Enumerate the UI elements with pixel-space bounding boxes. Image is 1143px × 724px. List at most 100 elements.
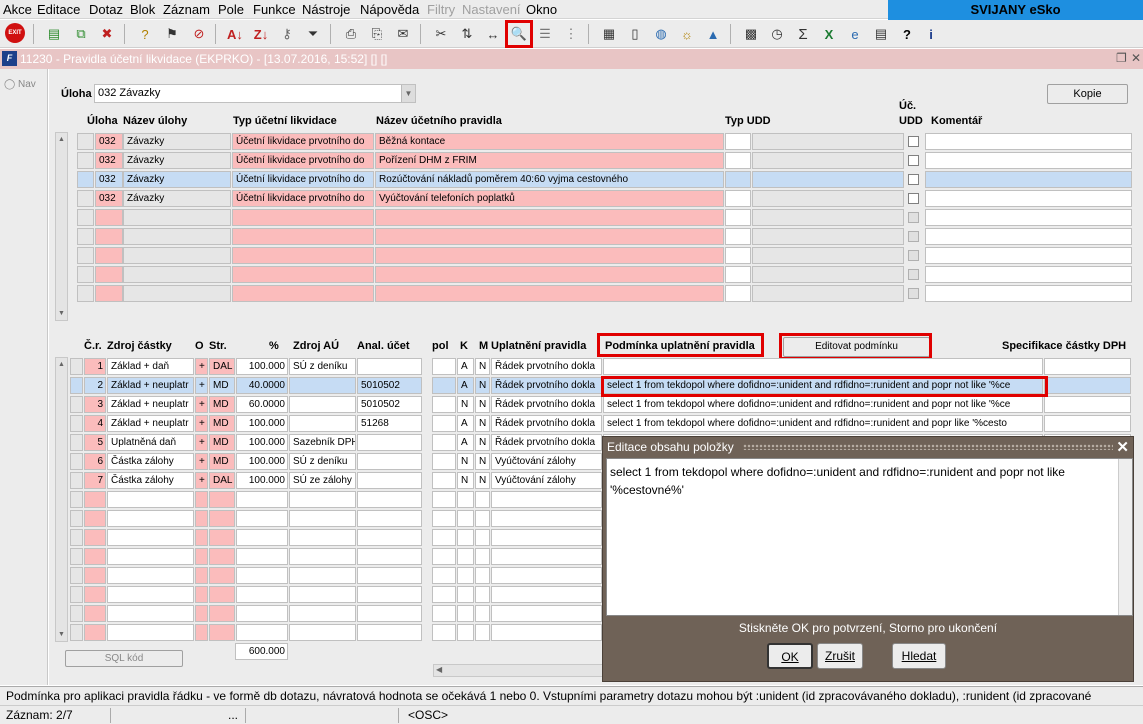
zoom-edit-icon[interactable]: 🔍 <box>505 20 533 48</box>
cell-m[interactable]: N <box>475 396 490 413</box>
cell-m[interactable] <box>475 510 490 527</box>
cell-anal-ucet[interactable] <box>357 529 422 546</box>
cell-zdroj-au[interactable] <box>289 377 356 394</box>
uloha-select[interactable]: 032 Závazky <box>94 84 416 103</box>
cell-m[interactable]: N <box>475 377 490 394</box>
cell-uloha[interactable]: 032 <box>95 190 123 207</box>
cell-str[interactable] <box>209 529 235 546</box>
cell-uloha[interactable] <box>95 247 123 264</box>
cell-zdroj-au[interactable] <box>289 529 356 546</box>
cell-k[interactable] <box>457 586 474 603</box>
cell-typ-udd-name[interactable] <box>752 209 904 226</box>
cell-zdroj-au[interactable] <box>289 567 356 584</box>
cell-o[interactable] <box>195 586 208 603</box>
lines-scrollbar[interactable]: ▲ ▼ <box>55 357 68 642</box>
cell-typ-udd-name[interactable] <box>752 247 904 264</box>
cell-k[interactable] <box>457 567 474 584</box>
cell-typ-likvidace[interactable] <box>232 266 374 283</box>
cell-procento[interactable]: 100.000 <box>236 415 288 432</box>
cell-typ-udd-name[interactable] <box>752 152 904 169</box>
row-selector[interactable] <box>70 472 83 489</box>
cut-icon[interactable]: ✂ <box>430 23 452 45</box>
uc-udd-checkbox[interactable] <box>908 288 919 299</box>
cell-procento[interactable]: 100.000 <box>236 472 288 489</box>
cell-k[interactable]: A <box>457 377 474 394</box>
filter-icon[interactable]: ⏷ <box>302 23 324 45</box>
cell-anal-ucet[interactable] <box>357 624 422 641</box>
menu-zaznam[interactable]: Záznam <box>163 2 210 17</box>
cell-pol[interactable] <box>432 453 456 470</box>
sql-kod-button[interactable]: SQL kód <box>65 650 183 667</box>
menu-akce[interactable]: Akce <box>3 2 32 17</box>
cell-nazev-ulohy[interactable]: Závazky <box>123 133 231 150</box>
cell-str[interactable] <box>209 586 235 603</box>
cell-zdroj-au[interactable] <box>289 548 356 565</box>
cell-zdroj-castky[interactable]: Základ + neuplatr <box>107 415 194 432</box>
menu-napoveda[interactable]: Nápověda <box>360 2 419 17</box>
menu-filtry[interactable]: Filtry <box>427 2 455 17</box>
grid-icon[interactable]: ▤ <box>870 23 892 45</box>
cell-nazev-pravidla[interactable]: Rozúčtování nákladů poměrem 40:60 vyjma … <box>375 171 724 188</box>
cell-str[interactable] <box>209 624 235 641</box>
cell-procento[interactable] <box>236 586 288 603</box>
cell-typ-udd-name[interactable] <box>752 133 904 150</box>
cell-zdroj-au[interactable] <box>289 491 356 508</box>
cell-nazev-ulohy[interactable] <box>123 266 231 283</box>
row-selector[interactable] <box>70 624 83 641</box>
cell-uplatneni[interactable]: Řádek prvotního dokla <box>491 415 602 432</box>
cell-zdroj-castky[interactable] <box>107 529 194 546</box>
cell-zdroj-castky[interactable] <box>107 548 194 565</box>
document-icon[interactable]: ▯ <box>624 23 646 45</box>
cell-o[interactable] <box>195 624 208 641</box>
cell-uplatneni[interactable] <box>491 567 602 584</box>
row-selector[interactable] <box>70 529 83 546</box>
row-selector[interactable] <box>77 266 94 283</box>
cell-str[interactable]: MD <box>209 453 235 470</box>
cell-typ-udd[interactable] <box>725 247 751 264</box>
sort-asc-icon[interactable]: A↓ <box>224 23 246 45</box>
uc-udd-checkbox[interactable] <box>908 231 919 242</box>
cell-o[interactable] <box>195 605 208 622</box>
enter-query-icon[interactable]: ? <box>134 23 156 45</box>
cell-k[interactable]: A <box>457 415 474 432</box>
chart-icon[interactable]: ▩ <box>740 23 762 45</box>
cell-typ-udd[interactable] <box>725 171 751 188</box>
cell-cr[interactable]: 4 <box>84 415 106 432</box>
cell-o[interactable] <box>195 529 208 546</box>
cell-zdroj-castky[interactable]: Částka zálohy <box>107 472 194 489</box>
cell-specifikace[interactable] <box>1044 396 1131 413</box>
row-selector[interactable] <box>70 358 83 375</box>
cell-o[interactable]: + <box>195 377 208 394</box>
cell-zdroj-castky[interactable] <box>107 510 194 527</box>
close-window-icon[interactable]: ✕ <box>1131 51 1141 65</box>
tree-icon[interactable]: ⋮ <box>560 23 582 45</box>
cell-str[interactable] <box>209 510 235 527</box>
cell-cr[interactable] <box>84 586 106 603</box>
cell-o[interactable] <box>195 567 208 584</box>
row-selector[interactable] <box>70 434 83 451</box>
cell-procento[interactable]: 100.000 <box>236 358 288 375</box>
row-selector[interactable] <box>70 396 83 413</box>
clock-icon[interactable]: ◷ <box>766 23 788 45</box>
uc-udd-checkbox[interactable] <box>908 174 919 185</box>
cell-cr[interactable]: 3 <box>84 396 106 413</box>
dialog-drag-handle[interactable] <box>743 444 1113 450</box>
cell-zdroj-au[interactable] <box>289 605 356 622</box>
row-selector[interactable] <box>70 453 83 470</box>
print-preview-icon[interactable]: ⎘ <box>366 23 388 45</box>
cell-uplatneni[interactable] <box>491 586 602 603</box>
cell-zdroj-au[interactable]: SÚ z deníku <box>289 453 356 470</box>
cell-pol[interactable] <box>432 605 456 622</box>
row-selector[interactable] <box>77 152 94 169</box>
cell-zdroj-castky[interactable] <box>107 491 194 508</box>
cell-specifikace[interactable] <box>1044 377 1131 394</box>
sort-desc-icon[interactable]: Z↓ <box>250 23 272 45</box>
cell-podminka[interactable]: select 1 from tekdopol where dofidno=:un… <box>603 415 1043 432</box>
insert-record-icon[interactable]: ▤ <box>43 23 65 45</box>
cell-procento[interactable] <box>236 624 288 641</box>
cell-m[interactable] <box>475 586 490 603</box>
cell-zdroj-castky[interactable]: Základ + neuplatr <box>107 377 194 394</box>
cell-typ-udd[interactable] <box>725 285 751 302</box>
cell-typ-likvidace[interactable]: Účetní likvidace prvotního do <box>232 152 374 169</box>
cell-cr[interactable] <box>84 491 106 508</box>
